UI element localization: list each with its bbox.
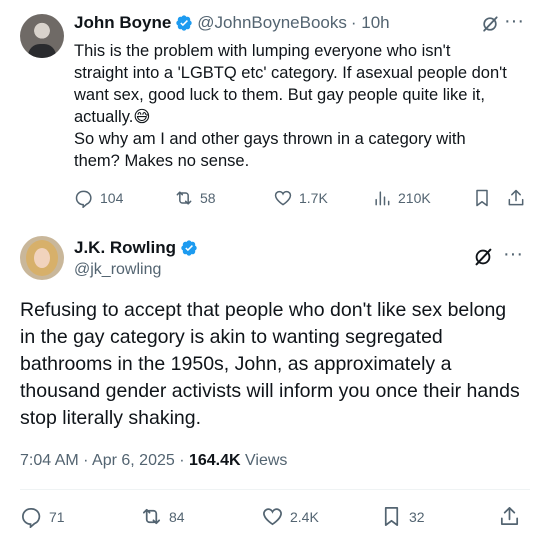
- tweet1-action-bar: 104 58 1.7K 210K: [74, 188, 530, 212]
- like-button[interactable]: 1.7K: [273, 188, 328, 208]
- author-name[interactable]: John Boyne: [74, 13, 171, 33]
- tweet2-text: Refusing to accept that people who don't…: [20, 299, 520, 429]
- reply-button[interactable]: 104: [74, 188, 123, 208]
- share-button[interactable]: [506, 188, 532, 208]
- bookmark-button[interactable]: 32: [380, 505, 425, 528]
- verified-icon: [181, 240, 197, 256]
- tweet2-action-bar: 71 84 2.4K 32: [20, 505, 525, 531]
- bookmark-count: 32: [409, 508, 425, 525]
- repost-count: 84: [169, 508, 185, 525]
- grok-icon[interactable]: [472, 246, 494, 268]
- bookmark-button[interactable]: [472, 188, 498, 208]
- tweet1-text: This is the problem with lumping everyon…: [74, 40, 530, 172]
- reply-icon: [22, 507, 41, 528]
- views-count: 164.4K: [188, 452, 241, 469]
- like-count: 2.4K: [290, 508, 319, 525]
- share-icon: [508, 189, 524, 206]
- repost-button[interactable]: 84: [140, 505, 185, 528]
- like-button[interactable]: 2.4K: [261, 505, 319, 528]
- text-line: want sex, good luck to them. But gay peo…: [74, 86, 485, 104]
- repost-icon: [176, 191, 192, 205]
- views-button[interactable]: 210K: [372, 188, 431, 208]
- avatar-john-boyne[interactable]: [20, 14, 64, 58]
- reply-count: 71: [49, 508, 65, 525]
- like-count: 1.7K: [299, 190, 328, 206]
- views-count: 210K: [398, 190, 431, 206]
- author-name[interactable]: J.K. Rowling: [74, 238, 176, 258]
- views-icon: [375, 191, 390, 206]
- repost-button[interactable]: 58: [174, 188, 216, 208]
- text-line: This is the problem with lumping everyon…: [74, 42, 451, 60]
- tweet2-author-row: J.K. Rowling: [74, 238, 198, 258]
- more-icon[interactable]: ···: [504, 11, 524, 31]
- verified-icon: [176, 15, 192, 31]
- author-handle[interactable]: @jk_rowling: [74, 261, 161, 279]
- text-line: actually.😅: [74, 108, 151, 126]
- reply-count: 104: [100, 190, 124, 206]
- share-button[interactable]: [498, 505, 527, 528]
- text-line: straight into a 'LGBTQ etc' category. If…: [74, 64, 507, 82]
- reply-icon: [75, 190, 92, 208]
- author-handle[interactable]: @JohnBoyneBooks: [197, 13, 347, 33]
- like-icon: [274, 190, 292, 206]
- reply-button[interactable]: 71: [20, 505, 65, 528]
- avatar-jk-rowling[interactable]: [20, 236, 64, 280]
- tweet2-meta: 7:04 AM · Apr 6, 2025 · 164.4K Views: [20, 452, 287, 470]
- bookmark-icon: [384, 507, 399, 526]
- repost-count: 58: [200, 190, 216, 206]
- repost-icon: [142, 508, 161, 525]
- text-line: So why am I and other gays thrown in a c…: [74, 130, 466, 148]
- like-icon: [263, 508, 282, 526]
- divider: [20, 489, 530, 490]
- grok-icon[interactable]: [480, 14, 500, 34]
- timestamp[interactable]: 7:04 AM · Apr 6, 2025 ·: [20, 452, 189, 469]
- share-icon: [500, 507, 519, 526]
- tweet1-header: John Boyne @JohnBoyneBooks · 10h: [74, 13, 390, 33]
- views-label: Views: [240, 452, 288, 469]
- text-line: them? Makes no sense.: [74, 152, 250, 170]
- tweet-time[interactable]: · 10h: [351, 13, 390, 33]
- more-icon[interactable]: ···: [503, 244, 523, 264]
- bookmark-icon: [476, 189, 488, 207]
